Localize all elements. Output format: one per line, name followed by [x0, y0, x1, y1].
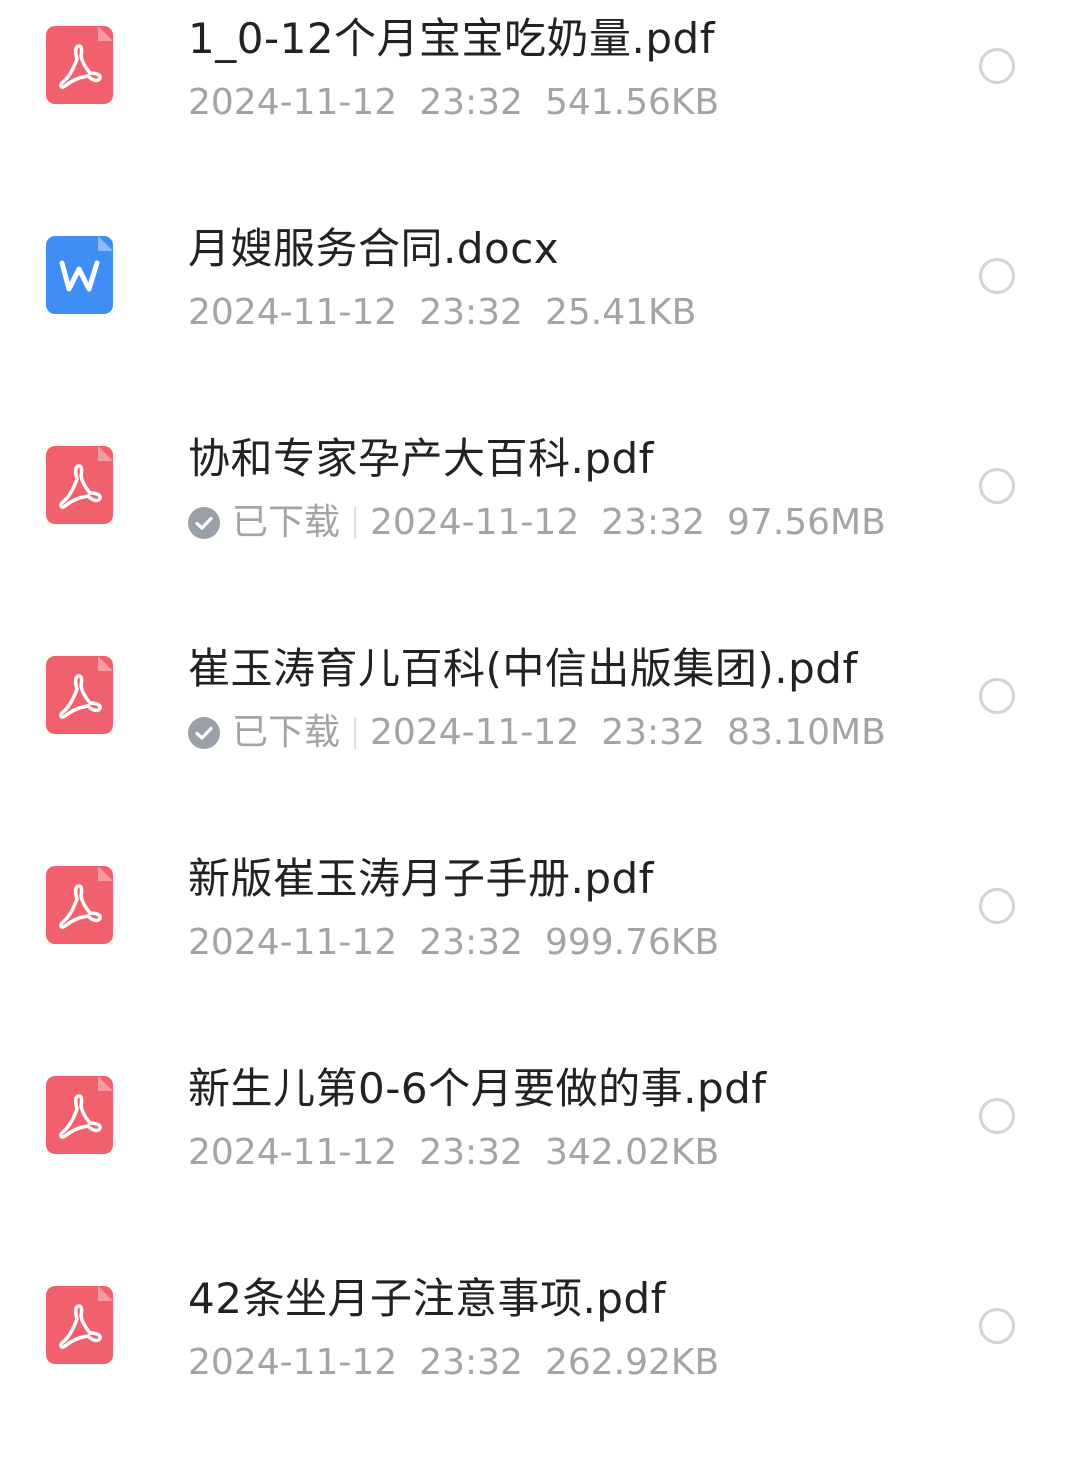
select-radio-icon[interactable] — [979, 48, 1015, 84]
file-row[interactable]: 月嫂服务合同.docx 2024-11-12 23:32 25.41KB — [0, 210, 1080, 410]
file-name: 42条坐月子注意事项.pdf — [188, 1274, 666, 1323]
file-date: 2024-11-12 — [188, 1342, 398, 1383]
file-row[interactable]: 1_0-12个月宝宝吃奶量.pdf 2024-11-12 23:32 541.5… — [0, 0, 1080, 200]
file-date: 2024-11-12 — [188, 82, 398, 123]
file-row[interactable]: 协和专家孕产大百科.pdf 已下载 2024-11-12 23:32 97.56… — [0, 420, 1080, 620]
divider — [354, 507, 357, 539]
select-radio-icon[interactable] — [979, 468, 1015, 504]
file-name: 新生儿第0-6个月要做的事.pdf — [188, 1064, 767, 1113]
pdf-file-icon — [46, 446, 113, 524]
pdf-file-icon — [46, 26, 113, 104]
select-radio-icon[interactable] — [979, 258, 1015, 294]
file-time: 23:32 — [419, 292, 523, 333]
file-meta: 2024-11-12 23:32 342.02KB — [188, 1131, 719, 1175]
select-radio-icon[interactable] — [979, 1308, 1015, 1344]
pdf-file-icon — [46, 866, 113, 944]
file-meta: 已下载 2024-11-12 23:32 83.10MB — [188, 711, 886, 755]
file-row[interactable]: 崔玉涛育儿百科(中信出版集团).pdf 已下载 2024-11-12 23:32… — [0, 630, 1080, 830]
file-date: 2024-11-12 — [188, 292, 398, 333]
select-radio-icon[interactable] — [979, 1098, 1015, 1134]
file-name: 崔玉涛育儿百科(中信出版集团).pdf — [188, 644, 858, 693]
word-file-icon — [46, 236, 113, 314]
divider — [354, 717, 357, 749]
pdf-file-icon — [46, 1286, 113, 1364]
file-name: 新版崔玉涛月子手册.pdf — [188, 854, 654, 903]
file-size: 83.10MB — [726, 712, 886, 753]
file-date: 2024-11-12 — [370, 712, 580, 753]
file-meta: 2024-11-12 23:32 25.41KB — [188, 291, 696, 335]
file-row[interactable]: 42条坐月子注意事项.pdf 2024-11-12 23:32 262.92KB — [0, 1260, 1080, 1460]
file-size: 541.56KB — [544, 82, 720, 123]
select-radio-icon[interactable] — [979, 888, 1015, 924]
file-list: 1_0-12个月宝宝吃奶量.pdf 2024-11-12 23:32 541.5… — [0, 0, 1080, 1446]
file-name: 协和专家孕产大百科.pdf — [188, 434, 654, 483]
pdf-file-icon — [46, 1076, 113, 1154]
file-row[interactable]: 新生儿第0-6个月要做的事.pdf 2024-11-12 23:32 342.0… — [0, 1050, 1080, 1250]
check-circle-icon — [188, 507, 220, 539]
file-time: 23:32 — [419, 1342, 523, 1383]
select-radio-icon[interactable] — [979, 678, 1015, 714]
file-name: 月嫂服务合同.docx — [188, 224, 560, 273]
file-time: 23:32 — [419, 922, 523, 963]
file-name: 1_0-12个月宝宝吃奶量.pdf — [188, 14, 715, 63]
file-time: 23:32 — [601, 712, 705, 753]
file-size: 25.41KB — [544, 292, 697, 333]
file-meta: 2024-11-12 23:32 262.92KB — [188, 1341, 719, 1385]
file-size: 262.92KB — [544, 1342, 720, 1383]
file-date: 2024-11-12 — [188, 922, 398, 963]
file-size: 342.02KB — [544, 1132, 720, 1173]
download-status: 已下载 — [232, 712, 341, 753]
file-meta: 2024-11-12 23:32 999.76KB — [188, 921, 719, 965]
file-meta: 2024-11-12 23:32 541.56KB — [188, 81, 719, 125]
file-size: 999.76KB — [544, 922, 720, 963]
file-meta: 已下载 2024-11-12 23:32 97.56MB — [188, 501, 886, 545]
file-time: 23:32 — [601, 502, 705, 543]
file-time: 23:32 — [419, 82, 523, 123]
check-circle-icon — [188, 717, 220, 749]
pdf-file-icon — [46, 656, 113, 734]
file-date: 2024-11-12 — [188, 1132, 398, 1173]
file-size: 97.56MB — [726, 502, 886, 543]
file-time: 23:32 — [419, 1132, 523, 1173]
file-date: 2024-11-12 — [370, 502, 580, 543]
download-status: 已下载 — [232, 502, 341, 543]
file-row[interactable]: 新版崔玉涛月子手册.pdf 2024-11-12 23:32 999.76KB — [0, 840, 1080, 1040]
